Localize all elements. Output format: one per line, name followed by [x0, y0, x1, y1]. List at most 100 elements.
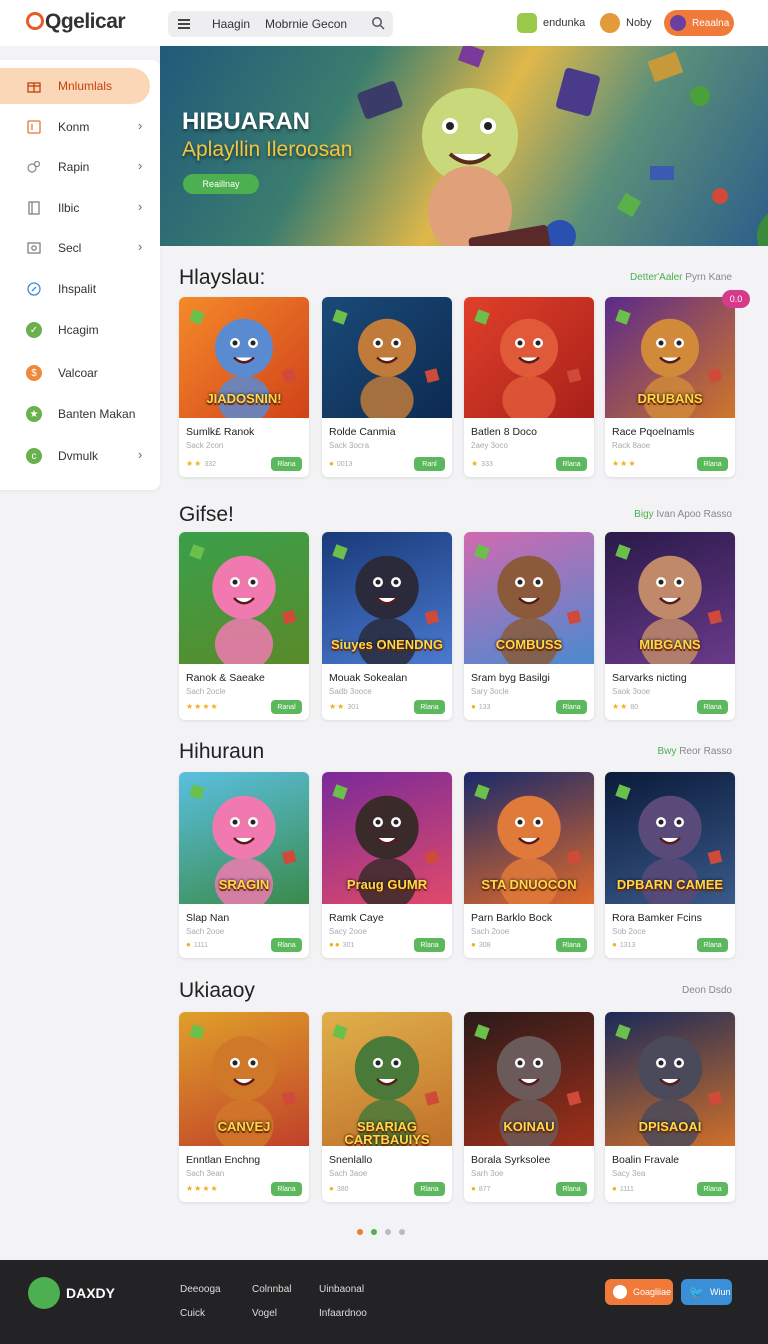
sidebar-item-ihspalit[interactable]: Ihspalit: [0, 271, 150, 307]
sidebar-item-ilbic[interactable]: Ilbic ›: [0, 190, 150, 226]
footer-link[interactable]: Colnnbal: [252, 1284, 291, 1295]
pagination-dot-2[interactable]: [371, 1229, 377, 1235]
game-card[interactable]: Batlen 8 Doco 2aey 3oco ★ 333 Rlana: [464, 297, 594, 477]
game-thumbnail-title: SBARIAG CARTBAUIYS: [344, 1119, 430, 1147]
sidebar-item-dvmulk[interactable]: c Dvmulk ›: [0, 438, 150, 474]
hero-cta-button[interactable]: Reaillnay: [183, 174, 259, 194]
game-thumbnail[interactable]: COMBUSS: [464, 532, 594, 664]
play-button[interactable]: Rlana: [697, 1182, 728, 1196]
footer-logo-text[interactable]: DAXDY: [66, 1285, 115, 1301]
game-subtitle: Saok 3ooe: [612, 687, 651, 696]
play-button[interactable]: Rlana: [414, 1182, 445, 1196]
game-thumbnail[interactable]: Siuyes ONENDNG: [322, 532, 452, 664]
game-thumbnail[interactable]: CANVEJ: [179, 1012, 309, 1146]
game-thumbnail[interactable]: JIADOSNIN!: [179, 297, 309, 418]
sidebar-item-secl[interactable]: Secl ›: [0, 230, 150, 266]
play-button[interactable]: Ranal: [271, 700, 302, 714]
sidebar-item-mnlumlals[interactable]: Mnlumlals: [0, 68, 150, 104]
game-thumbnail[interactable]: DPISAOAI: [605, 1012, 735, 1146]
game-card[interactable]: COMBUSS Sram byg Basilgi Sary 3ocle ● 133…: [464, 532, 594, 720]
game-card[interactable]: Rolde Canmia Sack 3ocra ● 0013 Ranl: [322, 297, 452, 477]
play-button[interactable]: Rlana: [556, 938, 587, 952]
play-button[interactable]: Rlana: [556, 700, 587, 714]
game-card[interactable]: Ranok & Saeake Sach 2ocle ★★★★ Ranal: [179, 532, 309, 720]
grid-icon[interactable]: [178, 18, 190, 30]
game-card[interactable]: STA DNUOCON Parn Barklo Bock Sach 2ooe ●…: [464, 772, 594, 958]
footer-link[interactable]: Uinbaonal: [319, 1284, 364, 1295]
chevron-right-icon: ›: [138, 118, 143, 133]
game-thumbnail[interactable]: DPBARN CAMEE: [605, 772, 735, 904]
play-button[interactable]: Rlana: [271, 938, 302, 952]
section-see-all-link[interactable]: Deon Dsdo: [682, 985, 732, 996]
game-title: Sumlk£ Ranok: [186, 426, 255, 438]
google-button[interactable]: Goagliiae: [605, 1279, 673, 1305]
footer-link[interactable]: Cuick: [180, 1308, 205, 1319]
pagination-dot-1[interactable]: [357, 1229, 363, 1235]
play-button[interactable]: Rlana: [414, 700, 445, 714]
play-button[interactable]: Rlana: [556, 457, 587, 471]
search-icon[interactable]: [371, 16, 385, 30]
game-card[interactable]: MIBGANS Sarvarks nicting Saok 3ooe ★★ 80 …: [605, 532, 735, 720]
sidebar-item-banten-makan[interactable]: ★ Banten Makan: [0, 396, 150, 432]
play-button[interactable]: Rlana: [556, 1182, 587, 1196]
section-see-all-link[interactable]: Bwy Reor Rasso: [658, 746, 733, 757]
pagination-dot-4[interactable]: [399, 1229, 405, 1235]
sidebar-item-hcagim[interactable]: ✓ Hcagim: [0, 312, 150, 348]
game-thumbnail[interactable]: [464, 297, 594, 418]
search-bar[interactable]: Haagin Mobrnie Gecon: [168, 11, 393, 37]
play-button[interactable]: Rlana: [697, 938, 728, 952]
section-title: Hihuraun: [179, 740, 265, 763]
play-button[interactable]: Rlana: [271, 457, 302, 471]
play-button[interactable]: Rlana: [697, 457, 728, 471]
header-menu-2[interactable]: Noby: [600, 12, 652, 34]
play-button[interactable]: Ranl: [414, 457, 445, 471]
play-button[interactable]: Rlana: [271, 1182, 302, 1196]
game-card[interactable]: CANVEJ Enntlan Enchng Sach 3ean ★★★★ Rla…: [179, 1012, 309, 1202]
game-thumbnail[interactable]: [322, 297, 452, 418]
search-tab-1[interactable]: Haagin: [212, 17, 250, 31]
game-thumbnail[interactable]: SBARIAG CARTBAUIYS: [322, 1012, 452, 1146]
search-tab-2[interactable]: Mobrnie Gecon: [265, 17, 347, 31]
game-card[interactable]: DPISAOAI Boalin Fravale Sacy 3ea ● 1111 R…: [605, 1012, 735, 1202]
sidebar-item-valcoar[interactable]: $ Valcoar: [0, 355, 150, 391]
game-thumbnail[interactable]: DRUBANS: [605, 297, 735, 418]
game-card[interactable]: DPBARN CAMEE Rora Bamker Fcins Sob 2oce …: [605, 772, 735, 958]
game-subtitle: Sack 2con: [186, 441, 224, 450]
sidebar-item-rapin[interactable]: Rapin ›: [0, 149, 150, 185]
game-card[interactable]: SRAGIN Slap Nan Sach 2ooe ● 1111 Rlana: [179, 772, 309, 958]
section-see-all-link[interactable]: Detter'Aaler Pyrn Kane: [630, 272, 732, 283]
footer-link[interactable]: Infaardnoo: [319, 1308, 367, 1319]
game-subtitle: Sary 3ocle: [471, 687, 509, 696]
avatar-icon: [600, 13, 620, 33]
game-card[interactable]: Siuyes ONENDNG Mouak Sokealan Sadb 3ooce…: [322, 532, 452, 720]
book-icon: [28, 201, 40, 215]
game-thumbnail[interactable]: Praug GUMR: [322, 772, 452, 904]
game-thumbnail[interactable]: STA DNUOCON: [464, 772, 594, 904]
header-menu-1[interactable]: endunka: [517, 12, 585, 34]
twitter-button[interactable]: 🐦 Wiun: [681, 1279, 732, 1305]
game-card[interactable]: KOINAU Borala Syrksolee Sarh 3oe ● 877 Rl…: [464, 1012, 594, 1202]
user-account-button[interactable]: Reaalna: [664, 10, 734, 36]
game-card[interactable]: DRUBANS Race Pqoelnamls Rack 8aoe ★★★ Rl…: [605, 297, 735, 477]
game-title: Slap Nan: [186, 912, 230, 924]
game-meta: 301: [342, 942, 355, 949]
game-card[interactable]: Praug GUMR Ramk Caye Sacy 2ooe ●● 301 Rla…: [322, 772, 452, 958]
play-button[interactable]: Rlana: [414, 938, 445, 952]
brand-logo[interactable]: Qgelicar: [26, 10, 126, 34]
game-thumbnail[interactable]: SRAGIN: [179, 772, 309, 904]
section-link-accent: Bwy: [657, 746, 677, 757]
game-thumbnail-title: DPBARN CAMEE: [616, 877, 724, 892]
section-title: Gifse!: [179, 503, 234, 526]
play-button[interactable]: Rlana: [697, 700, 728, 714]
sidebar-item-konm[interactable]: Konm ›: [0, 109, 150, 145]
game-card[interactable]: JIADOSNIN! Sumlk£ Ranok Sack 2con ★★ 332 …: [179, 297, 309, 477]
hero-subtitle: Aplayllin Ileroosan: [182, 138, 353, 161]
game-thumbnail[interactable]: KOINAU: [464, 1012, 594, 1146]
game-thumbnail[interactable]: [179, 532, 309, 664]
pagination-dot-3[interactable]: [385, 1229, 391, 1235]
footer-link[interactable]: Deeooga: [180, 1284, 221, 1295]
footer-link[interactable]: Vogel: [252, 1308, 277, 1319]
game-thumbnail[interactable]: MIBGANS: [605, 532, 735, 664]
section-see-all-link[interactable]: Bigy Ivan Apoo Rasso: [634, 509, 732, 520]
game-card[interactable]: SBARIAG CARTBAUIYS Snenlallo Sach 3aoe ●…: [322, 1012, 452, 1202]
